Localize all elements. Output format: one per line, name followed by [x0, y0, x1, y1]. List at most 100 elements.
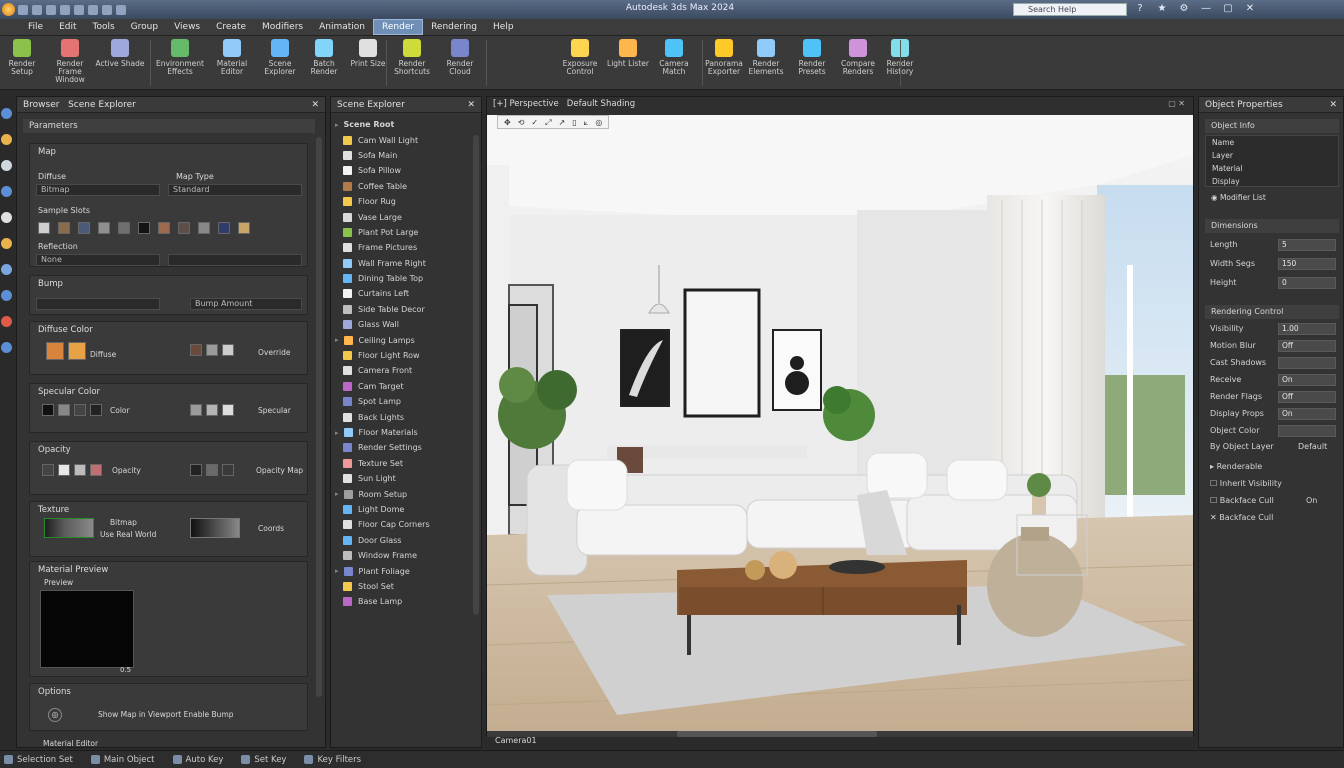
viewport-frame-icon[interactable]: ▯: [572, 118, 576, 127]
scene-item[interactable]: Plant Pot Large: [331, 225, 481, 240]
ribbon-button-exposure[interactable]: Exposure Control: [558, 39, 602, 87]
menu-item-file[interactable]: File: [20, 20, 51, 34]
options-toggle-icon[interactable]: ◎: [48, 708, 62, 722]
snap-tool-icon[interactable]: [1, 212, 12, 223]
menu-item-help[interactable]: Help: [485, 20, 522, 34]
backface-cull-option[interactable]: ☐ Backface Cull On: [1206, 494, 1338, 509]
move-tool-icon[interactable]: [1, 134, 12, 145]
perspective-viewport[interactable]: [+] Perspective Default Shading ▢ ✕ ✥ ⟲ …: [486, 96, 1194, 745]
render-control-value[interactable]: [1278, 425, 1336, 437]
scene-item[interactable]: Stool Set: [331, 579, 481, 594]
ribbon-button-environment[interactable]: Environment Effects: [156, 39, 204, 87]
light-tool-icon[interactable]: [1, 238, 12, 249]
workspace-icon[interactable]: [102, 4, 112, 15]
open-file-icon[interactable]: [32, 4, 42, 15]
dimension-value[interactable]: 150: [1278, 258, 1336, 270]
object-info-section[interactable]: Object Info: [1205, 119, 1339, 133]
ribbon-button-compare[interactable]: Compare Renders: [836, 39, 880, 87]
scene-item[interactable]: Render Settings: [331, 440, 481, 455]
render-control-row[interactable]: Motion Blur Off: [1206, 339, 1338, 354]
reflection-field[interactable]: None: [36, 254, 160, 266]
settings-icon[interactable]: [88, 4, 98, 15]
ribbon-button-star[interactable]: Panorama Exporter: [702, 39, 746, 87]
viewport-check-icon[interactable]: ✓: [531, 118, 538, 127]
sample-slot-swatch[interactable]: [198, 222, 210, 234]
scene-item[interactable]: Cam Wall Light: [331, 132, 481, 147]
sample-slot-swatch[interactable]: [178, 222, 190, 234]
ribbon-button-print-size[interactable]: Print Size: [346, 39, 390, 87]
viewport-pan-icon[interactable]: ↗: [559, 118, 566, 127]
help-icon[interactable]: [116, 4, 126, 15]
menu-item-views[interactable]: Views: [166, 20, 208, 34]
ribbon-button-scene-explorer[interactable]: Scene Explorer: [258, 39, 302, 87]
scene-item[interactable]: Back Lights: [331, 409, 481, 424]
scene-item[interactable]: Floor Materials: [331, 425, 481, 440]
reflection-dropdown[interactable]: [168, 254, 302, 266]
opacity-right-swatch-1[interactable]: [206, 464, 218, 476]
properties-close-icon[interactable]: ✕: [1329, 100, 1337, 110]
info-row-layer[interactable]: Layer: [1206, 149, 1338, 162]
viewport-rotate-icon[interactable]: ⟲: [518, 118, 525, 127]
render-control-value[interactable]: Off: [1278, 391, 1336, 403]
render-control-value[interactable]: [1278, 357, 1336, 369]
dimension-row[interactable]: Width Segs 150: [1206, 257, 1338, 272]
menu-item-create[interactable]: Create: [208, 20, 254, 34]
ribbon-button-elements[interactable]: Render Elements: [744, 39, 788, 87]
sample-slot-swatch[interactable]: [98, 222, 110, 234]
rendering-control-section[interactable]: Rendering Control: [1205, 305, 1339, 319]
sample-slot-swatch[interactable]: [158, 222, 170, 234]
new-file-icon[interactable]: [18, 4, 28, 15]
scale-tool-icon[interactable]: [1, 186, 12, 197]
render-control-row[interactable]: Cast Shadows: [1206, 356, 1338, 371]
sample-slot-swatch[interactable]: [138, 222, 150, 234]
render-control-row[interactable]: Object Color: [1206, 424, 1338, 439]
globe-tool-icon[interactable]: [1, 342, 12, 353]
base-map-field[interactable]: Bitmap: [36, 184, 160, 196]
scene-item[interactable]: Curtains Left: [331, 286, 481, 301]
favorite-icon[interactable]: ★: [1156, 3, 1168, 15]
render-control-row[interactable]: Render Flags Off: [1206, 390, 1338, 405]
menu-item-rendering[interactable]: Rendering: [423, 20, 485, 34]
ribbon-button-presets[interactable]: Render Presets: [790, 39, 834, 87]
save-icon[interactable]: [46, 4, 56, 15]
timeline-slider[interactable]: [677, 731, 877, 737]
ribbon-button-brush[interactable]: Light Lister: [606, 39, 650, 87]
dimension-row[interactable]: Length 5: [1206, 238, 1338, 253]
camera-tool-icon[interactable]: [1, 264, 12, 275]
scene-item[interactable]: Coffee Table: [331, 179, 481, 194]
status-main-object[interactable]: Main Object: [90, 755, 155, 765]
scene-item[interactable]: Floor Rug: [331, 194, 481, 209]
scene-item[interactable]: Vase Large: [331, 209, 481, 224]
scene-item[interactable]: Spot Lamp: [331, 394, 481, 409]
scene-item[interactable]: Door Glass: [331, 533, 481, 548]
bump-field[interactable]: [36, 298, 160, 310]
record-tool-icon[interactable]: [1, 316, 12, 327]
ribbon-button-camera[interactable]: Camera Match: [652, 39, 696, 87]
scene-item[interactable]: Wall Frame Right: [331, 256, 481, 271]
render-control-value[interactable]: 1.00: [1278, 323, 1336, 335]
ribbon-button-material-editor[interactable]: Material Editor: [210, 39, 254, 87]
scene-item[interactable]: Glass Wall: [331, 317, 481, 332]
menu-item-edit[interactable]: Edit: [51, 20, 84, 34]
scene-item[interactable]: Base Lamp: [331, 594, 481, 609]
scene-item[interactable]: Sofa Main: [331, 148, 481, 163]
scene-item[interactable]: Room Setup: [331, 486, 481, 501]
scene-item[interactable]: Sun Light: [331, 471, 481, 486]
ribbon-button-batch-render[interactable]: Batch Render: [302, 39, 346, 87]
scene-item[interactable]: Floor Light Row: [331, 348, 481, 363]
diffuse-override-swatch-2[interactable]: [222, 344, 234, 356]
panel-close-icon[interactable]: ✕: [311, 100, 319, 110]
help-search-input[interactable]: Search Help: [1013, 3, 1127, 16]
menu-item-group[interactable]: Group: [123, 20, 166, 34]
scene-item[interactable]: Window Frame: [331, 548, 481, 563]
scene-item[interactable]: Sofa Pillow: [331, 163, 481, 178]
render-control-row[interactable]: Receive On: [1206, 373, 1338, 388]
opacity-right-swatch-0[interactable]: [190, 464, 202, 476]
render-control-row[interactable]: Visibility 1.00: [1206, 322, 1338, 337]
scene-panel-scrollbar[interactable]: [473, 135, 479, 615]
select-tool-icon[interactable]: [1, 108, 12, 119]
viewport-timeline[interactable]: [487, 731, 1193, 737]
scene-item[interactable]: Cam Target: [331, 379, 481, 394]
ribbon-button-pencil[interactable]: Render Shortcuts: [390, 39, 434, 87]
tab-scene-explorer[interactable]: Scene Explorer: [68, 100, 136, 110]
